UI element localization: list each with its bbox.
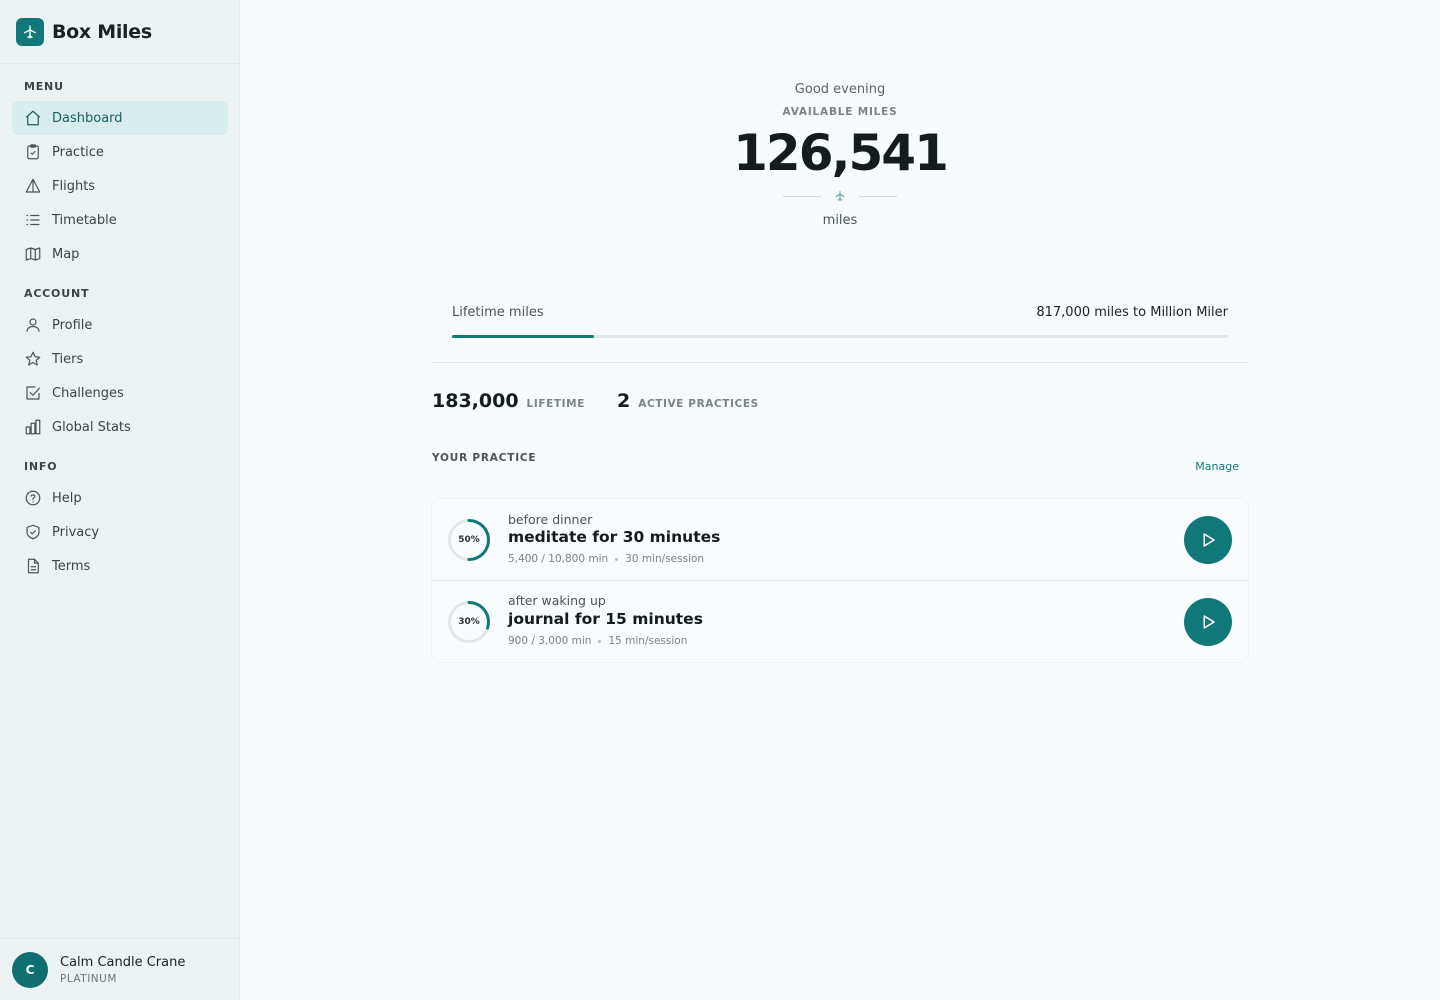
user-profile-footer[interactable]: C Calm Candle Crane PLATINUM — [0, 938, 240, 1000]
section-label-menu: MENU — [24, 80, 64, 93]
sidebar-item-terms[interactable]: Terms — [12, 549, 228, 583]
sidebar-item-tiers[interactable]: Tiers — [12, 342, 228, 376]
lifetime-progress-fill — [452, 335, 594, 338]
bar-chart-icon — [24, 418, 42, 436]
sidebar-item-label: Tiers — [52, 351, 84, 367]
lifetime-label: Lifetime miles — [452, 305, 544, 320]
sidebar-item-privacy[interactable]: Privacy — [12, 515, 228, 549]
clipboard-icon — [24, 143, 42, 161]
miles-unit: miles — [822, 213, 858, 228]
sidebar-item-help[interactable]: Help — [12, 481, 228, 515]
divider-line — [859, 195, 897, 197]
sidebar-item-practice[interactable]: Practice — [12, 135, 228, 169]
separator-dot — [615, 557, 619, 561]
practice-meta: 5,400 / 10,800 min 30 min/session — [508, 553, 704, 565]
hero-divider — [783, 188, 897, 204]
practice-progress: 900 / 3,000 min — [508, 635, 592, 647]
available-miles-value: 126,541 — [733, 124, 949, 182]
home-icon — [24, 109, 42, 127]
brand[interactable]: Box Miles — [0, 0, 239, 64]
lifetime-miles-stat: 183,000 — [432, 390, 519, 412]
separator-dot — [598, 639, 602, 643]
plane-icon — [833, 189, 847, 203]
sidebar-item-label: Challenges — [52, 385, 124, 401]
lifetime-progress-bar — [452, 335, 1228, 338]
sidebar-item-label: Privacy — [52, 524, 100, 540]
sidebar-item-label: Profile — [52, 317, 93, 333]
sidebar-item-map[interactable]: Map — [12, 237, 228, 271]
lifetime-stat-label: LIFETIME — [526, 398, 585, 410]
greeting: Good evening — [794, 82, 886, 97]
practice-trigger: before dinner — [508, 512, 593, 527]
practice-habit: journal for 15 minutes — [508, 610, 703, 628]
user-tier: PLATINUM — [60, 972, 117, 985]
active-practices-label: ACTIVE PRACTICES — [638, 398, 759, 410]
checkbox-icon — [24, 384, 42, 402]
stats-row: 183,000 LIFETIME 2 ACTIVE PRACTICES — [432, 390, 791, 412]
lifetime-progress-header: Lifetime miles 817,000 miles to Million … — [452, 305, 1228, 320]
sidebar-item-label: Help — [52, 490, 82, 506]
practice-item[interactable]: 50% before dinner meditate for 30 minute… — [432, 499, 1248, 580]
sidebar-item-label: Flights — [52, 178, 96, 194]
sidebar-item-label: Global Stats — [52, 419, 131, 435]
sidebar-item-label: Practice — [52, 144, 104, 160]
help-circle-icon — [24, 489, 42, 507]
app-name: Box Miles — [52, 20, 152, 43]
progress-ring: 50% — [447, 518, 491, 562]
sidebar-item-label: Timetable — [52, 212, 117, 228]
play-icon — [1203, 615, 1215, 629]
practice-progress: 5,400 / 10,800 min — [508, 553, 609, 565]
sidebar-item-label: Map — [52, 246, 80, 262]
available-miles-label: AVAILABLE MILES — [782, 106, 898, 118]
star-icon — [24, 350, 42, 368]
avatar: C — [12, 951, 48, 988]
play-button[interactable] — [1184, 516, 1232, 564]
progress-percent: 50% — [458, 535, 480, 545]
document-icon — [24, 557, 42, 575]
sidebar-item-flights[interactable]: Flights — [12, 169, 228, 203]
progress-percent: 30% — [458, 617, 480, 627]
practice-trigger: after waking up — [508, 593, 606, 608]
practice-list: 50% before dinner meditate for 30 minute… — [432, 499, 1248, 662]
practice-heading: YOUR PRACTICE — [432, 452, 537, 464]
active-practices-stat: 2 — [616, 390, 631, 412]
sidebar-item-dashboard[interactable]: Dashboard — [12, 101, 228, 135]
practice-rate: 15 min/session — [608, 635, 688, 647]
play-icon — [1203, 533, 1215, 547]
sidebar-item-challenges[interactable]: Challenges — [12, 376, 228, 410]
sidebar-item-label: Terms — [52, 558, 91, 574]
manage-link[interactable]: Manage — [1195, 460, 1239, 473]
sidebar-item-timetable[interactable]: Timetable — [12, 203, 228, 237]
divider-line — [783, 195, 821, 197]
map-icon — [24, 245, 42, 263]
user-name: Calm Candle Crane — [60, 954, 186, 970]
practice-item[interactable]: 30% after waking up journal for 15 minut… — [432, 580, 1248, 661]
user-icon — [24, 316, 42, 334]
shield-icon — [24, 523, 42, 541]
triangle-icon — [24, 177, 42, 195]
progress-ring: 30% — [447, 600, 491, 644]
list-icon — [24, 211, 42, 229]
section-label-account: ACCOUNT — [24, 287, 90, 300]
million-miler-remaining: 817,000 miles to Million Miler — [1036, 305, 1228, 320]
divider — [432, 362, 1248, 363]
plane-icon — [16, 17, 44, 46]
sidebar-item-label: Dashboard — [52, 110, 123, 126]
play-button[interactable] — [1184, 598, 1232, 646]
sidebar-item-global-stats[interactable]: Global Stats — [12, 410, 228, 444]
practice-habit: meditate for 30 minutes — [508, 528, 721, 546]
practice-meta: 900 / 3,000 min 15 min/session — [508, 635, 687, 647]
sidebar: Box Miles MENU Dashboard Practice Flight… — [0, 0, 240, 1000]
sidebar-item-profile[interactable]: Profile — [12, 308, 228, 342]
section-label-info: INFO — [24, 460, 58, 473]
practice-rate: 30 min/session — [625, 553, 705, 565]
